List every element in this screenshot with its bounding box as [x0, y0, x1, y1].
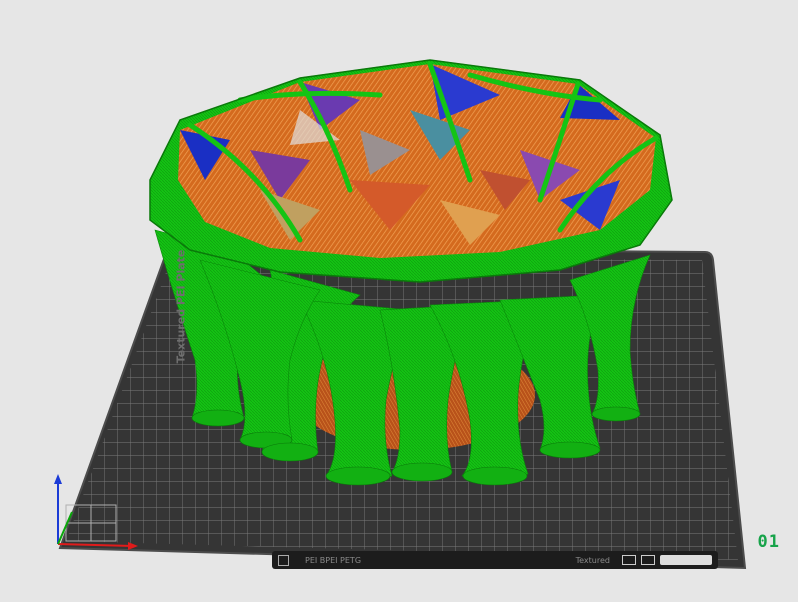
3d-viewport[interactable]: Textured PEI Plate PEI BPEI PETG Texture…	[0, 0, 798, 598]
plate-surface-text: Textured	[575, 555, 610, 565]
z-axis-arrow-icon	[54, 474, 62, 484]
plate-label: Textured PEI Plate	[174, 249, 188, 364]
plate-info-strip: PEI BPEI PETG Textured	[272, 551, 718, 569]
model-bowl	[178, 64, 656, 258]
settings-icon[interactable]	[641, 555, 655, 565]
plate-number-badge[interactable]: 01	[758, 532, 780, 552]
lock-icon[interactable]	[622, 555, 636, 565]
scene-canvas[interactable]	[0, 0, 798, 598]
plate-icon	[278, 554, 289, 566]
plate-type-text: PEI BPEI PETG	[305, 555, 362, 565]
plate-name-field[interactable]	[660, 555, 712, 565]
